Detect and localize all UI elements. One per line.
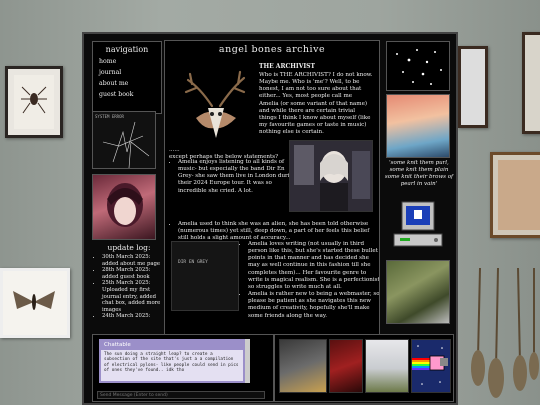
- nav-link-about-me[interactable]: about me: [99, 80, 161, 87]
- concert-image: DIR EN GREY: [171, 241, 239, 311]
- gallery-image: [329, 339, 363, 393]
- navigation-heading: navigation: [105, 45, 149, 54]
- glitch-art-image: SYSTEM ERROR: [92, 111, 156, 169]
- chat-message: The sun doing a straight leap? to create…: [104, 352, 242, 374]
- statement-item: Amelia loves writing (not usually in thi…: [248, 241, 379, 291]
- concert-image-text: DIR EN GREY: [178, 260, 208, 265]
- statement-item: Amelia enjoys listening to all kinds of …: [178, 159, 298, 195]
- site-title: angel bones archive: [218, 44, 326, 55]
- gallery-image: [279, 339, 327, 393]
- stars-image: [386, 41, 450, 91]
- statement-item: Amelia used to think she was an alien, s…: [178, 221, 378, 242]
- gallery-image: [411, 339, 451, 393]
- chatbox-panel: Chattable The sun doing a straight leap?…: [92, 334, 274, 402]
- image-gallery-panel: [274, 334, 454, 402]
- retro-computer-icon: [393, 201, 443, 247]
- anime-character-image: [92, 174, 156, 240]
- statement-item: Amelia is rather new to being a webmaste…: [248, 291, 379, 320]
- deer-skull-image: [184, 70, 246, 138]
- update-log-heading: update log:: [107, 243, 151, 252]
- gallery-image: [365, 339, 409, 393]
- nav-link-journal[interactable]: journal: [99, 69, 161, 76]
- chat-message-input[interactable]: Send Message (Enter to send): [97, 391, 265, 399]
- selfie-image: [289, 140, 373, 212]
- chat-window: Chattable The sun doing a straight leap?…: [99, 339, 245, 383]
- update-log-entry: 28th March 2025: added guest book: [102, 267, 166, 280]
- dried-herbs-decoration: [471, 268, 539, 398]
- chat-scrollbar[interactable]: [245, 339, 250, 383]
- nav-link-guest-book[interactable]: guest book: [99, 91, 161, 98]
- update-log-entry: 30th March 2025: added about me page: [102, 254, 166, 267]
- glitch-image-text: SYSTEM ERROR: [95, 114, 124, 119]
- archivist-heading: THE ARCHIVIST: [259, 63, 315, 70]
- wall-frame: [458, 46, 488, 128]
- chatbox-title: Chattable: [101, 341, 243, 350]
- poem-quote: 'some knit them purl, some knit them pla…: [384, 160, 454, 188]
- wall-frame: [490, 152, 540, 238]
- framed-moth-art: [0, 268, 70, 338]
- nav-link-home[interactable]: home: [99, 58, 161, 65]
- wall-frame: [522, 32, 540, 134]
- navigation-panel: navigation home journal about me guest b…: [92, 41, 162, 114]
- framed-spider-art: [5, 66, 63, 138]
- anime-art-image: [386, 94, 450, 158]
- nature-image: [386, 260, 450, 324]
- update-log-entry: 25th March 2025: Uploaded my first journ…: [102, 280, 166, 313]
- website-screen: navigation home journal about me guest b…: [82, 32, 458, 405]
- archivist-intro: Who is THE ARCHIVIST? I do not know. May…: [259, 72, 373, 136]
- main-content-panel: angel bones archive THE ARCHIVIST Who is…: [164, 40, 380, 362]
- update-log-entry: 24th March 2025:: [102, 313, 166, 320]
